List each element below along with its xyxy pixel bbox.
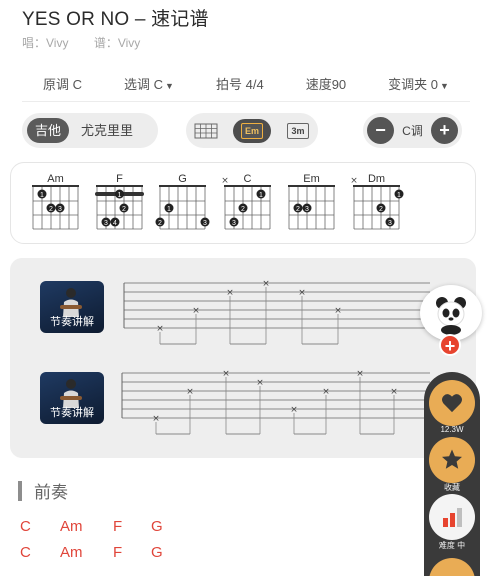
chord-nut [224,185,271,187]
heart-icon [442,394,462,413]
controls-row: 吉他 尤克里里 Em 3m − C调 + [0,113,495,149]
chord-finger-number: 3 [58,206,62,213]
video-caption: 节奏讲解 [50,316,94,328]
chord-finger-number: 1 [118,192,122,199]
chord-symbol[interactable]: G [151,544,181,561]
key-minus-button[interactable]: − [367,117,394,144]
chord-finger-number: 4 [113,220,117,227]
chord-finger-number: 3 [388,220,392,227]
side-action-panel: 12.3W 收藏 难度 中 [424,372,480,576]
ukulele-tab[interactable]: 尤克里里 [73,118,141,143]
song-title: YES OR NO – 速记谱 [22,9,209,30]
chord-finger-number: 3 [305,206,309,213]
rhythm-video-thumb[interactable]: 节奏讲解 [40,372,104,424]
chord-name: G [178,173,187,185]
capo-label: 变调夹 0 [388,77,439,92]
key-label: C调 [402,124,423,138]
transcriber-label: 谱：Vivy [93,36,141,50]
follow-plus-button[interactable]: + [439,334,461,356]
instrument-toggle: 吉他 尤克里里 [22,113,158,148]
key-plus-button[interactable]: + [430,117,458,144]
chord-finger-number: 2 [241,206,245,213]
chord-finger-number: 1 [397,192,401,199]
chord-finger-number: 1 [40,192,44,199]
select-key-label: 选调 C [124,77,164,92]
favorite-button[interactable] [429,437,475,483]
chord-symbol[interactable]: F [113,518,151,535]
chord-finger-number: 3 [104,220,108,227]
rhythm-tab-area: × × × × × × × × × × × × × × 节奏讲解 节奏讲解 [10,258,476,458]
chord-name: Em [303,173,320,185]
star-icon [442,449,462,469]
chord-symbol[interactable]: G [151,518,181,535]
fretboard-grid-icon [194,123,218,138]
chord-nut [288,185,335,187]
chord-finger-number: 2 [296,206,300,213]
chord-box-icon: 3m [287,122,309,139]
chord-diagrams: Am12 3F123 4G12 3C×123Em2 3Dm×123 [32,173,404,230]
key-control: − C调 + [363,113,462,148]
caret-down-icon: ▼ [440,81,449,91]
chord-finger-number: 2 [122,206,126,213]
like-count: 12.3W [440,425,464,434]
chord-diagram-card: Am 1 2 3 F 1 2 3 4 G 1 2 3 C × 1 2 3 Em 2 3 Dm × 1 2 3 [10,162,476,244]
chord-symbol[interactable]: F [113,544,151,561]
video-caption: 节奏讲解 [50,407,94,419]
chord-progression-row: C Am F G [20,518,181,535]
panda-avatar-button[interactable] [420,285,482,341]
fretboard-view-button[interactable] [187,119,225,143]
chord-view-3m-button[interactable]: 3m [279,119,317,143]
tempo: 速度90 [305,77,347,92]
section-header: 前奏 [18,478,68,503]
select-key-dropdown[interactable]: 选调 C ▼ [124,74,174,93]
time-signature: 拍号 4/4 [215,77,264,92]
chord-symbol[interactable]: C [20,518,60,535]
chord-mute-mark: × [221,176,229,186]
chord-nut [353,185,400,187]
chord-name: F [116,173,123,185]
capo-dropdown[interactable]: 变调夹 0 ▼ [388,74,449,93]
section-marker [18,480,22,501]
singer-label: 唱：Vivy [22,36,69,50]
chord-name: Am [47,173,64,185]
chord-finger-number: 2 [379,206,383,213]
chord-symbol[interactable]: Am [60,518,113,535]
view-mode-toggle: Em 3m [186,113,318,148]
caret-down-icon: ▼ [165,81,174,91]
more-action-button[interactable] [429,558,475,576]
chord-nut [32,185,79,187]
favorite-label: 收藏 [444,483,460,492]
chord-view-em-button[interactable]: Em [233,118,271,143]
difficulty-button[interactable] [429,494,475,540]
chord-box-icon: Em [241,122,263,139]
chord-name: Dm [368,173,385,185]
chord-symbol[interactable]: C [20,544,60,561]
chord-finger-number: 3 [232,220,236,227]
chord-finger-number: 3 [203,220,207,227]
chord-nut [159,185,206,187]
difficulty-label: 难度 中 [438,541,466,550]
difficulty-bars-icon [443,508,462,527]
chord-mute-mark: × [350,176,358,186]
like-button[interactable] [429,380,475,426]
original-key: 原调 C [43,77,83,92]
chord-nut [96,185,143,187]
chord-finger-number: 1 [259,192,263,199]
song-info-bar: 原调 C 选调 C ▼ 拍号 4/4 速度90 变调夹 0 ▼ [22,66,470,102]
chord-progression-row: C Am F G [20,544,181,561]
chord-finger-number: 1 [167,206,171,213]
panda-icon [436,297,466,335]
rhythm-video-thumb[interactable]: 节奏讲解 [40,281,104,333]
song-meta: 唱：Vivy 谱：Vivy [22,34,162,51]
chord-finger-number: 2 [158,220,162,227]
guitar-tab[interactable]: 吉他 [27,118,70,143]
chord-name: C [244,173,252,185]
chord-symbol[interactable]: Am [60,544,113,561]
chord-finger-number: 2 [49,206,53,213]
section-title: 前奏 [34,483,68,502]
